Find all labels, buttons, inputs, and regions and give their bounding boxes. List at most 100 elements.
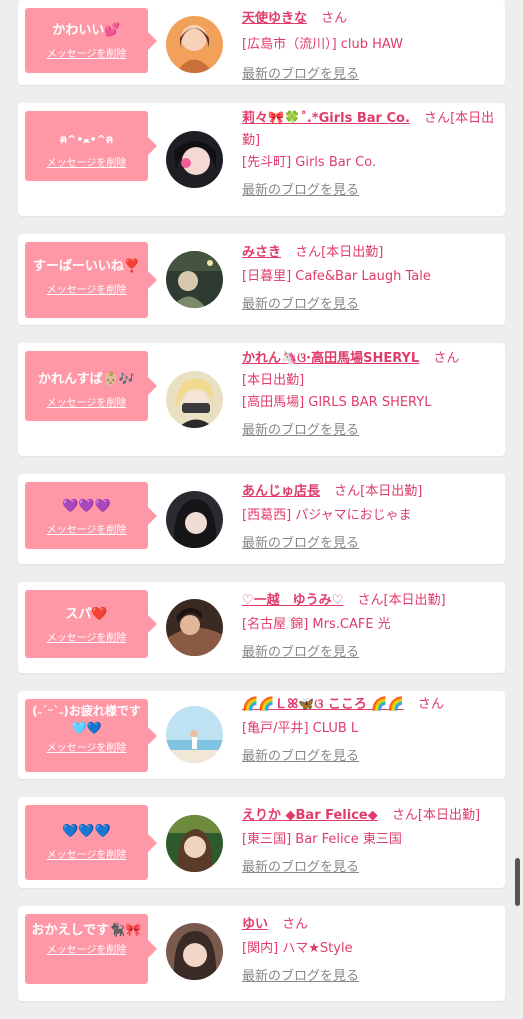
message-bubble: (˶ˊᵕˋ˵)お疲れ様です🩵💙 メッセージを削除: [25, 699, 157, 772]
shop-name: [名古屋 錦] Mrs.CAFE 光: [242, 617, 391, 632]
shop-name: [広島市（流川）] club HAW: [242, 37, 403, 52]
avatar-photo: [166, 599, 223, 656]
avatar-photo: [166, 923, 223, 980]
avatar[interactable]: [166, 371, 223, 428]
message-bubble: すーぱーいいね❣️ メッセージを削除: [25, 242, 157, 318]
honorific: さん: [321, 11, 348, 26]
message-bubble: おかえしです🐈‍⬛🎀 メッセージを削除: [25, 914, 157, 984]
cast-info: 天使ゆきな さん [広島市（流川）] club HAW 最新のブログを見る: [242, 8, 495, 85]
honorific: さん: [433, 351, 460, 366]
cast-info: ♡一越 ゆうみ♡ さん[本日出勤] [名古屋 錦] Mrs.CAFE 光 最新の…: [242, 590, 495, 664]
message-text: ฅ^•ﻌ•^ฅ: [59, 133, 114, 146]
avatar[interactable]: [166, 16, 223, 73]
honorific: さん: [282, 917, 309, 932]
avatar[interactable]: [166, 706, 223, 763]
shop-name: [西葛西] パジャマにおじゃま: [242, 508, 412, 523]
message-card: すーぱーいいね❣️ メッセージを削除 みさき さん[本日出勤] [日暮里] Ca…: [18, 234, 505, 325]
avatar-photo: [166, 706, 223, 763]
latest-blog-link[interactable]: 最新のブログを見る: [242, 966, 495, 988]
delete-message-link[interactable]: メッセージを削除: [25, 850, 148, 862]
honorific: さん: [334, 484, 361, 499]
shop-name: [日暮里] Cafe&Bar Laugh Tale: [242, 269, 431, 284]
avatar[interactable]: [166, 491, 223, 548]
honorific: さん: [417, 697, 444, 712]
message-bubble: かれんすば👶🏼🎶 メッセージを削除: [25, 351, 157, 421]
honorific: さん: [295, 245, 322, 260]
latest-blog-link[interactable]: 最新のブログを見る: [242, 64, 495, 85]
honorific: さん: [424, 111, 451, 126]
cast-info: ゆい さん [関内] ハマ★Style 最新のブログを見る: [242, 914, 495, 988]
avatar[interactable]: [166, 131, 223, 188]
shop-name: [東三国] Bar Felice 東三国: [242, 832, 402, 847]
latest-blog-link[interactable]: 最新のブログを見る: [242, 294, 495, 316]
delete-message-link[interactable]: メッセージを削除: [25, 158, 148, 170]
message-text: スパ❤️: [65, 607, 108, 622]
delete-message-link[interactable]: メッセージを削除: [25, 525, 148, 537]
cast-name-link[interactable]: えりか ◆Bar Felice◆: [242, 808, 378, 823]
cast-name-link[interactable]: みさき: [242, 245, 281, 260]
avatar-photo: [166, 815, 223, 872]
message-bubble: 💜💜💜 メッセージを削除: [25, 482, 157, 549]
delete-message-link[interactable]: メッセージを削除: [25, 285, 148, 297]
message-text: おかえしです🐈‍⬛🎀: [31, 923, 142, 938]
delete-message-link[interactable]: メッセージを削除: [25, 945, 148, 957]
shop-name: [高田馬場] GIRLS BAR SHERYL: [242, 395, 432, 410]
message-text: かれんすば👶🏼🎶: [37, 372, 136, 387]
cast-info: あんじゅ店長 さん[本日出勤] [西葛西] パジャマにおじゃま 最新のブログを見…: [242, 481, 495, 555]
delete-message-link[interactable]: メッセージを削除: [25, 743, 148, 755]
avatar[interactable]: [166, 599, 223, 656]
message-card: 💙💙💙 メッセージを削除 えりか ◆Bar Felice◆ さん[本日出勤] […: [18, 797, 505, 888]
latest-blog-link[interactable]: 最新のブログを見る: [242, 180, 495, 202]
latest-blog-link[interactable]: 最新のブログを見る: [242, 857, 495, 879]
avatar[interactable]: [166, 815, 223, 872]
message-card: スパ❤️ メッセージを削除 ♡一越 ゆうみ♡ さん[本日出勤] [名古屋 錦] …: [18, 582, 505, 673]
avatar-photo: [166, 131, 223, 188]
status-label: [本日出勤]: [360, 484, 423, 499]
message-text: 💙💙💙: [62, 824, 111, 839]
shop-name: [先斗町] Girls Bar Co.: [242, 155, 377, 170]
cast-name-link[interactable]: 莉々🎀🍀˚.*Girls Bar Co.: [242, 111, 410, 126]
message-card: おかえしです🐈‍⬛🎀 メッセージを削除 ゆい さん [関内] ハマ★Style …: [18, 906, 505, 1001]
latest-blog-link[interactable]: 最新のブログを見る: [242, 642, 495, 664]
message-text: (˶ˊᵕˋ˵)お疲れ様です🩵💙: [32, 704, 141, 735]
cast-name-link[interactable]: 🌈🌈Ｌꕤ🦋ଓ こころ 🌈🌈: [242, 697, 404, 712]
message-card: (˶ˊᵕˋ˵)お疲れ様です🩵💙 メッセージを削除 🌈🌈Ｌꕤ🦋ଓ こころ 🌈🌈 さ…: [18, 691, 505, 779]
message-bubble: ฅ^•ﻌ•^ฅ メッセージを削除: [25, 111, 157, 181]
status-label: [本日出勤]: [321, 245, 384, 260]
cast-info: 莉々🎀🍀˚.*Girls Bar Co. さん[本日出勤] [先斗町] Girl…: [242, 108, 495, 202]
delete-message-link[interactable]: メッセージを削除: [25, 49, 148, 61]
honorific: さん: [357, 593, 384, 608]
status-label: [本日出勤]: [417, 808, 481, 823]
message-text: かわいい💕: [52, 23, 121, 38]
status-label: [本日出勤]: [383, 593, 446, 608]
delete-message-link[interactable]: メッセージを削除: [25, 633, 148, 645]
cast-name-link[interactable]: 天使ゆきな: [242, 11, 307, 26]
cast-name-link[interactable]: かれん🦄ଓ·高田馬場SHERYL: [242, 351, 419, 366]
message-list: かわいい💕 メッセージを削除 天使ゆきな さん [広島市（流川）] club H…: [18, 0, 505, 1019]
shop-name: [関内] ハマ★Style: [242, 941, 353, 956]
honorific: さん: [391, 808, 418, 823]
cast-info: かれん🦄ଓ·高田馬場SHERYL さん [本日出勤] [高田馬場] GIRLS …: [242, 348, 495, 442]
shop-name: [亀戸/平井] CLUB L: [242, 721, 359, 736]
avatar-photo: [166, 371, 223, 428]
latest-blog-link[interactable]: 最新のブログを見る: [242, 420, 495, 442]
avatar-photo: [166, 251, 223, 308]
message-card: ฅ^•ﻌ•^ฅ メッセージを削除 莉々🎀🍀˚.*Girls Bar Co. さん…: [18, 103, 505, 216]
scrollbar[interactable]: [515, 858, 520, 906]
cast-name-link[interactable]: ♡一越 ゆうみ♡: [242, 593, 343, 608]
message-card: かわいい💕 メッセージを削除 天使ゆきな さん [広島市（流川）] club H…: [18, 0, 505, 85]
cast-info: 🌈🌈Ｌꕤ🦋ଓ こころ 🌈🌈 さん [亀戸/平井] CLUB L 最新のブログを見…: [242, 694, 495, 768]
avatar-photo: [166, 491, 223, 548]
cast-name-link[interactable]: あんじゅ店長: [242, 484, 320, 499]
message-text: 💜💜💜: [62, 499, 111, 514]
message-text: すーぱーいいね❣️: [32, 259, 141, 274]
avatar[interactable]: [166, 251, 223, 308]
cast-info: みさき さん[本日出勤] [日暮里] Cafe&Bar Laugh Tale 最…: [242, 242, 495, 316]
latest-blog-link[interactable]: 最新のブログを見る: [242, 746, 495, 768]
cast-name-link[interactable]: ゆい: [242, 917, 268, 932]
message-bubble: 💙💙💙 メッセージを削除: [25, 805, 157, 880]
latest-blog-link[interactable]: 最新のブログを見る: [242, 533, 495, 555]
message-bubble: かわいい💕 メッセージを削除: [25, 8, 157, 73]
avatar[interactable]: [166, 923, 223, 980]
delete-message-link[interactable]: メッセージを削除: [25, 398, 148, 410]
